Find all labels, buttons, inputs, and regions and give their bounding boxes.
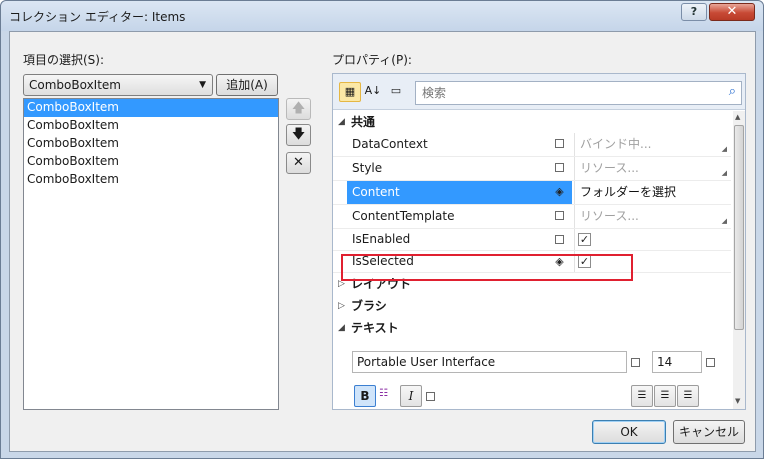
list-item[interactable]: ComboBoxItem bbox=[24, 153, 278, 171]
align-right-icon[interactable]: ☰ bbox=[677, 385, 699, 407]
move-down-button[interactable]: 🡇 bbox=[286, 124, 311, 146]
isselected-highlight-box bbox=[341, 254, 633, 281]
properties-label: プロパティ(P): bbox=[332, 53, 412, 67]
title-bar[interactable]: コレクション エディター: Items ? ✕ bbox=[1, 1, 763, 31]
property-row[interactable]: Content ◈ フォルダーを選択 bbox=[333, 181, 731, 205]
property-value[interactable]: リソース... bbox=[574, 205, 723, 228]
list-item[interactable]: ComboBoxItem bbox=[24, 135, 278, 153]
property-value[interactable]: リソース... bbox=[574, 157, 723, 180]
scroll-up-icon[interactable]: ▲ bbox=[735, 113, 740, 121]
font-family-marker-icon[interactable] bbox=[631, 358, 640, 367]
italic-button[interactable]: I bbox=[400, 385, 422, 407]
category-label: ブラシ bbox=[351, 299, 387, 313]
property-scrollbar[interactable]: ▲ ▼ bbox=[733, 111, 745, 409]
property-marker-icon[interactable] bbox=[555, 163, 564, 172]
select-items-label: 項目の選択(S): bbox=[23, 53, 105, 67]
window-title: コレクション エディター: Items bbox=[9, 10, 186, 24]
move-up-button[interactable]: 🡅 bbox=[286, 98, 311, 120]
align-center-icon[interactable]: ☰ bbox=[654, 385, 676, 407]
category-common[interactable]: ◢ 共通 bbox=[333, 111, 731, 133]
list-item[interactable]: ComboBoxItem bbox=[24, 171, 278, 189]
collapse-triangle-icon[interactable]: ▷ bbox=[338, 295, 345, 317]
expand-triangle-icon[interactable]: ◢ bbox=[338, 111, 345, 133]
chevron-down-icon: ▼ bbox=[199, 80, 206, 90]
arrow-down-icon: 🡇 bbox=[291, 127, 306, 142]
remove-icon: ✕ bbox=[293, 155, 304, 170]
scroll-down-icon[interactable]: ▼ bbox=[735, 397, 740, 405]
search-icon[interactable]: ⌕ bbox=[729, 84, 736, 99]
expand-triangle-icon[interactable]: ◢ bbox=[338, 317, 345, 339]
list-item[interactable]: ComboBoxItem bbox=[24, 99, 278, 117]
ok-button[interactable]: OK bbox=[592, 420, 666, 444]
property-row[interactable]: IsEnabled ✓ bbox=[333, 229, 731, 251]
font-style-marker-icon[interactable] bbox=[426, 392, 435, 401]
property-name: DataContext bbox=[352, 137, 428, 151]
remove-item-button[interactable]: ✕ bbox=[286, 152, 311, 174]
dropdown-corner-icon: ◢ bbox=[721, 217, 727, 225]
filter-icon[interactable]: ▭ bbox=[385, 82, 407, 102]
property-toolbar: ▦ A↓ ▭ ⌕ bbox=[333, 74, 745, 110]
list-item[interactable]: ComboBoxItem bbox=[24, 117, 278, 135]
property-marker-icon[interactable] bbox=[555, 235, 564, 244]
item-type-combo-value: ComboBoxItem bbox=[29, 78, 121, 92]
help-button[interactable]: ? bbox=[681, 3, 707, 21]
scrollbar-thumb[interactable] bbox=[734, 125, 744, 330]
isenabled-checkbox[interactable]: ✓ bbox=[578, 233, 591, 246]
property-row[interactable]: DataContext バインド中... ◢ bbox=[333, 133, 731, 157]
property-name: Style bbox=[352, 161, 383, 175]
property-marker-icon[interactable] bbox=[555, 139, 564, 148]
close-button[interactable]: ✕ bbox=[709, 3, 755, 21]
property-row[interactable]: ContentTemplate リソース... ◢ bbox=[333, 205, 731, 229]
bold-button[interactable]: B bbox=[354, 385, 376, 407]
category-text[interactable]: ◢ テキスト bbox=[333, 317, 731, 339]
dialog-body: 項目の選択(S): ComboBoxItem ▼ 追加(A) ComboBoxI… bbox=[9, 31, 756, 452]
collection-editor-window: コレクション エディター: Items ? ✕ 項目の選択(S): ComboB… bbox=[0, 0, 764, 459]
add-button[interactable]: 追加(A) bbox=[216, 74, 278, 96]
property-value[interactable]: フォルダーを選択 bbox=[574, 181, 723, 204]
font-size-field[interactable]: 14 bbox=[652, 351, 702, 373]
property-marker-icon[interactable] bbox=[555, 211, 564, 220]
item-type-combo[interactable]: ComboBoxItem ▼ bbox=[23, 74, 213, 96]
list-style-icon[interactable]: ☷ bbox=[379, 388, 388, 399]
font-size-marker-icon[interactable] bbox=[706, 358, 715, 367]
categorize-icon[interactable]: ▦ bbox=[339, 82, 361, 102]
search-input[interactable] bbox=[416, 82, 706, 104]
category-brush[interactable]: ▷ ブラシ bbox=[333, 295, 731, 317]
property-set-marker-icon[interactable]: ◈ bbox=[555, 186, 564, 197]
arrow-up-icon: 🡅 bbox=[291, 101, 306, 116]
align-left-icon[interactable]: ☰ bbox=[631, 385, 653, 407]
property-value-cell bbox=[574, 229, 723, 250]
property-search[interactable]: ⌕ bbox=[415, 81, 742, 105]
property-name: IsEnabled bbox=[352, 232, 411, 246]
dropdown-corner-icon: ◢ bbox=[721, 169, 727, 177]
font-family-field[interactable]: Portable User Interface bbox=[352, 351, 627, 373]
property-name: ContentTemplate bbox=[352, 209, 455, 223]
cancel-button[interactable]: キャンセル bbox=[673, 420, 745, 444]
property-row[interactable]: Style リソース... ◢ bbox=[333, 157, 731, 181]
sort-alpha-icon[interactable]: A↓ bbox=[362, 82, 384, 102]
property-rows: ◢ 共通 DataContext バインド中... ◢ Style リソース..… bbox=[333, 111, 731, 339]
property-name: Content bbox=[347, 181, 572, 204]
items-listbox[interactable]: ComboBoxItem ComboBoxItem ComboBoxItem C… bbox=[23, 98, 279, 410]
category-label: テキスト bbox=[351, 321, 399, 335]
category-label: 共通 bbox=[351, 115, 376, 129]
property-grid: ▦ A↓ ▭ ⌕ ◢ 共通 DataContext バインド中... ◢ bbox=[332, 73, 746, 410]
dropdown-corner-icon: ◢ bbox=[721, 145, 727, 153]
property-value[interactable]: バインド中... bbox=[574, 133, 723, 156]
